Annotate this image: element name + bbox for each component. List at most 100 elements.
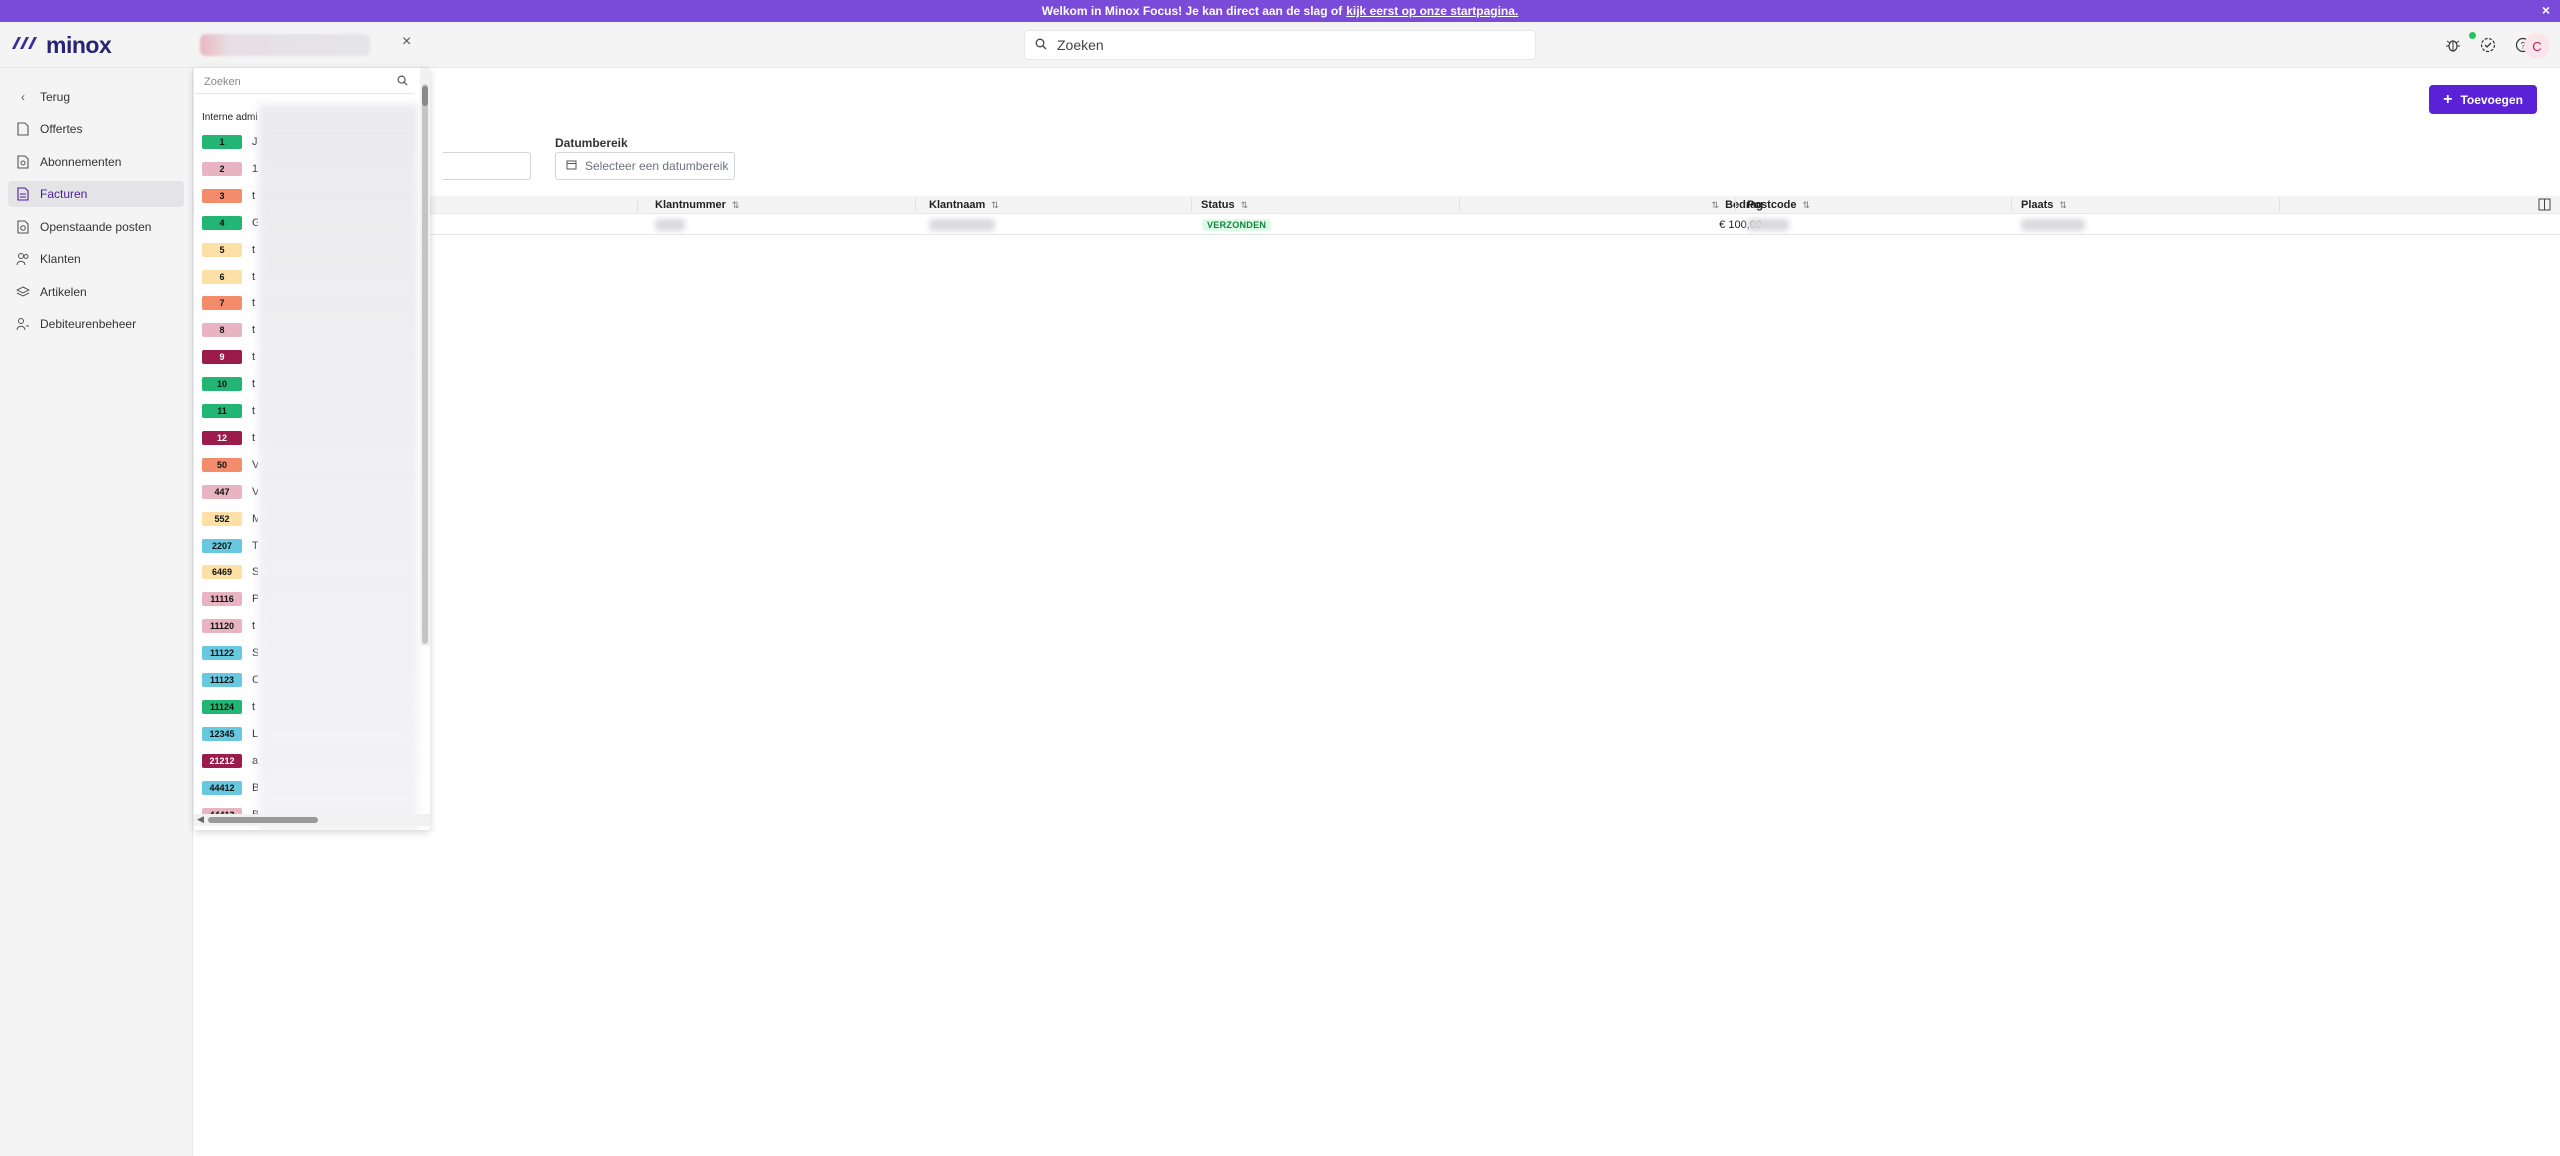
sidebar-item-abonnementen[interactable]: Abonnementen: [8, 149, 184, 175]
chevron-left-icon[interactable]: ◀: [197, 814, 204, 825]
column-header-klantnummer[interactable]: Klantnummer ⇅: [655, 199, 739, 211]
column-divider[interactable]: [1459, 198, 1460, 212]
list-item[interactable]: 9t: [202, 349, 258, 365]
column-divider[interactable]: [2011, 198, 2012, 212]
administration-code-badge: 7: [202, 296, 242, 311]
add-button[interactable]: + Toevoegen: [2429, 85, 2537, 114]
list-item[interactable]: 447 V: [202, 484, 258, 500]
chevron-left-icon: ‹: [21, 90, 25, 104]
table-row[interactable]: VERZONDEN € 100,00: [193, 215, 2560, 235]
redacted-customer-name: [929, 219, 995, 231]
list-item[interactable]: 11 t: [202, 403, 258, 419]
list-item[interactable]: 10 t: [202, 376, 258, 392]
column-divider[interactable]: [2279, 198, 2280, 212]
list-item[interactable]: 11120 t: [202, 618, 258, 634]
administration-code-badge: 6: [202, 269, 242, 284]
administration-code-badge: 12: [202, 430, 242, 445]
scrollbar-thumb-handle[interactable]: [422, 86, 428, 106]
column-header-postcode[interactable]: Postcode ⇅: [1747, 199, 1810, 211]
column-divider[interactable]: [1191, 198, 1192, 212]
administration-code-badge: 2207: [202, 538, 242, 553]
column-divider[interactable]: [915, 198, 916, 212]
sidebar-item-openstaande-posten[interactable]: Openstaande posten: [8, 214, 184, 240]
administration-code-badge: 11123: [202, 673, 242, 687]
list-item[interactable]: 2207 T: [202, 538, 258, 554]
organization-selector[interactable]: [200, 34, 370, 56]
filter-input[interactable]: [443, 152, 531, 180]
sidebar: ‹ Terug Offertes Abonnementen Facturen O…: [0, 68, 192, 1156]
administration-code-badge: 11116: [202, 592, 242, 607]
global-search-input[interactable]: Zoeken: [1024, 30, 1536, 60]
banner-text: Welkom in Minox Focus! Je kan direct aan…: [1041, 4, 1343, 18]
sidebar-item-offertes[interactable]: Offertes: [8, 116, 184, 142]
horizontal-scrollbar-thumb[interactable]: [208, 817, 318, 823]
redacted-administration-names: [258, 104, 418, 830]
list-item[interactable]: 3t: [202, 188, 258, 204]
invoice-icon: [16, 187, 30, 201]
list-item[interactable]: 11122 S: [202, 645, 258, 661]
administration-code-badge: 11124: [202, 699, 242, 714]
list-item[interactable]: 21: [202, 161, 258, 177]
list-item[interactable]: 1J: [202, 134, 258, 150]
tasks-icon[interactable]: [2477, 34, 2499, 56]
sort-icon: ⇅: [1240, 199, 1249, 210]
date-range-input[interactable]: Selecteer een datumbereik: [555, 152, 735, 180]
close-icon[interactable]: ×: [402, 33, 411, 51]
minox-logo[interactable]: minox: [10, 32, 112, 59]
administration-code-badge: 10: [202, 377, 242, 392]
minox-logo-icon: [10, 34, 40, 57]
list-item[interactable]: 8t: [202, 322, 258, 338]
list-item[interactable]: 12 t: [202, 430, 258, 446]
redacted-city: [2021, 219, 2085, 231]
administration-dropdown: Zoeken Interne admi 1 J 2 1 3 t 4 G 5 t 6 t 7 t 8 t 9 t 10…: [194, 68, 430, 830]
main-content: + Toevoegen Datumbereik Selecteer een da…: [192, 68, 2560, 1156]
sidebar-item-terug[interactable]: ‹ Terug: [8, 84, 184, 110]
dropdown-search-input[interactable]: Zoeken: [194, 70, 414, 94]
list-item[interactable]: 11123 C: [202, 672, 258, 688]
list-item[interactable]: 21212 a: [202, 753, 258, 769]
list-item[interactable]: 11116 P: [202, 591, 258, 607]
column-header-plaats[interactable]: Plaats ⇅: [2021, 199, 2067, 211]
sort-icon: ⇅: [991, 199, 999, 210]
sort-icon: ⇅: [731, 199, 740, 210]
bug-icon[interactable]: [2442, 34, 2464, 56]
column-header-klantnaam[interactable]: Klantnaam ⇅: [929, 199, 999, 211]
list-item[interactable]: 6t: [202, 269, 258, 285]
column-divider[interactable]: [637, 198, 638, 212]
date-range-label: Datumbereik: [555, 136, 628, 150]
plus-icon: +: [2443, 90, 2453, 108]
list-item[interactable]: 12345 L: [202, 726, 258, 742]
search-icon: [397, 75, 408, 89]
sidebar-item-klanten[interactable]: Klanten: [8, 246, 184, 272]
column-header-status[interactable]: Status ⇅: [1201, 199, 1248, 211]
scrollbar-thumb[interactable]: [422, 84, 428, 644]
list-item[interactable]: 6469 S: [202, 564, 258, 580]
list-item[interactable]: 552 M: [202, 511, 258, 527]
repeat-document-icon: [16, 155, 30, 169]
column-divider[interactable]: [1735, 198, 1736, 212]
list-item[interactable]: 4G: [202, 215, 258, 231]
list-item[interactable]: 7t: [202, 295, 258, 311]
banner-startpage-link[interactable]: kijk eerst op onze startpagina.: [1346, 4, 1518, 18]
sidebar-item-facturen[interactable]: Facturen: [8, 181, 184, 207]
layers-icon: [16, 285, 30, 299]
list-item[interactable]: 50 V: [202, 457, 258, 473]
calendar-icon: [566, 159, 577, 173]
list-item[interactable]: 44412 B: [202, 780, 258, 796]
administration-code-badge: 11122: [202, 646, 242, 661]
administration-code-badge: 3: [202, 188, 242, 203]
administration-code-badge: 11120: [202, 619, 242, 634]
user-manage-icon: [16, 317, 30, 331]
avatar[interactable]: C: [2524, 33, 2550, 59]
list-item[interactable]: 5t: [202, 242, 258, 258]
administration-code-badge: 6469: [202, 565, 242, 580]
administration-code-badge: 12345: [202, 726, 242, 741]
search-icon: [1035, 37, 1047, 53]
administration-code-badge: 447: [202, 484, 242, 499]
close-icon[interactable]: ×: [2542, 2, 2550, 18]
list-item[interactable]: 11124 t: [202, 699, 258, 715]
columns-toggle-icon[interactable]: [2538, 198, 2551, 214]
top-header: minox × Zoeken ? C: [0, 22, 2560, 68]
sidebar-item-debiteurenbeheer[interactable]: Debiteurenbeheer: [8, 311, 184, 337]
sidebar-item-artikelen[interactable]: Artikelen: [8, 279, 184, 305]
